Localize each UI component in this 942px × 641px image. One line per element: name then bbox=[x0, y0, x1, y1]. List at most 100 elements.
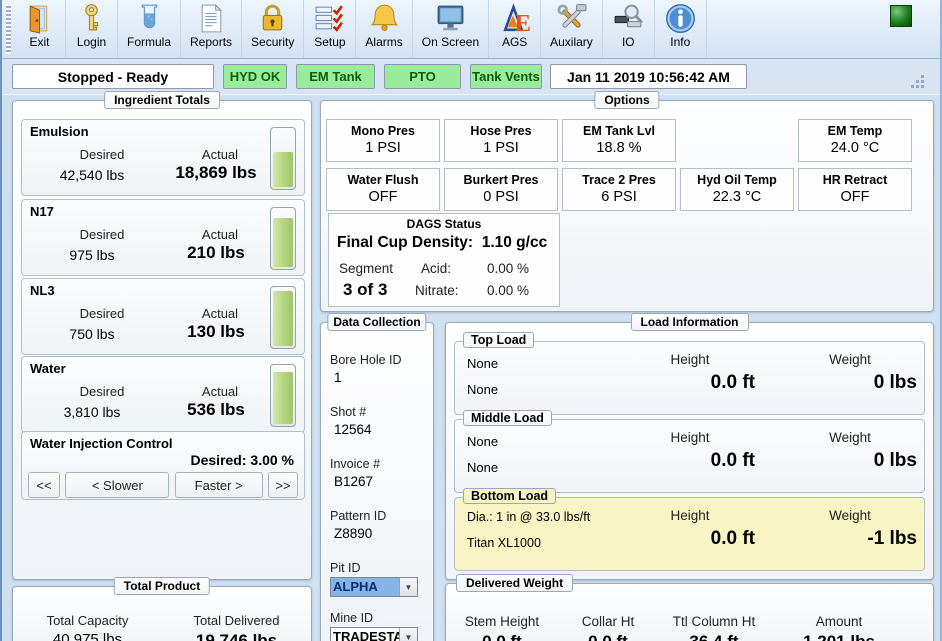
metric-value: 6 PSI bbox=[563, 189, 675, 205]
status-badge-em-tank: EM Tank bbox=[296, 64, 375, 89]
height-label: Height bbox=[625, 508, 755, 523]
resize-grip[interactable] bbox=[921, 85, 924, 88]
metric-label: Hyd Oil Temp bbox=[681, 173, 793, 187]
metric-trace-2-pres: Trace 2 Pres 6 PSI bbox=[562, 168, 676, 211]
middle-load-box: Middle Load None None Height 0.0 ft Weig… bbox=[454, 419, 925, 493]
much-slower-button[interactable]: << bbox=[28, 472, 60, 498]
data-collection-panel: Data Collection Bore Hole ID 1 Shot # 12… bbox=[320, 322, 434, 641]
level-gauge bbox=[270, 364, 296, 427]
formula-beaker-icon bbox=[133, 2, 166, 35]
toolbar: Exit Login Formula Reports Security Setu… bbox=[2, 0, 940, 59]
height-label: Height bbox=[625, 352, 755, 367]
final-cup-density: Final Cup Density: 1.10 g/cc bbox=[337, 234, 547, 252]
load-box-title: Middle Load bbox=[463, 410, 552, 426]
info-icon bbox=[664, 2, 697, 35]
toolbar-button-info[interactable]: Info bbox=[655, 0, 707, 58]
faster-button[interactable]: Faster > bbox=[175, 472, 263, 498]
water-injection-title: Water Injection Control bbox=[30, 436, 173, 451]
total-delivered-label: Total Delivered bbox=[162, 613, 311, 628]
amount-label: Amount bbox=[776, 614, 902, 629]
toolbar-grip[interactable] bbox=[6, 4, 11, 54]
level-gauge bbox=[270, 127, 296, 190]
toolbar-button-on-screen[interactable]: On Screen bbox=[413, 0, 489, 58]
status-badge-pto: PTO bbox=[384, 64, 461, 89]
density-value: 1.10 g/cc bbox=[482, 234, 548, 251]
metric-label: Burkert Pres bbox=[445, 173, 557, 187]
total-column-height-label: Ttl Column Ht bbox=[658, 614, 770, 629]
metric-label: Mono Pres bbox=[327, 124, 439, 138]
actual-label: Actual bbox=[170, 227, 270, 242]
toolbar-button-setup[interactable]: Setup bbox=[304, 0, 356, 58]
toolbar-button-auxiliary[interactable]: Auxilary bbox=[541, 0, 603, 58]
segment-value: 3 of 3 bbox=[343, 280, 387, 300]
panel-title: Load Information bbox=[631, 313, 749, 331]
segment-label: Segment bbox=[339, 261, 393, 276]
height-value: 0.0 ft bbox=[615, 450, 755, 472]
water-injection-desired: Desired: 3.00 % bbox=[191, 452, 295, 468]
metric-label: EM Tank Lvl bbox=[563, 124, 675, 138]
datetime-display: Jan 11 2019 10:56:42 AM bbox=[550, 64, 747, 89]
mine-id-dropdown[interactable]: TRADESTA bbox=[330, 627, 418, 641]
desired-value: 3,810 lbs bbox=[32, 404, 152, 420]
chevron-down-icon[interactable] bbox=[399, 628, 417, 641]
metric-value: 22.3 °C bbox=[681, 189, 793, 205]
toolbar-button-reports[interactable]: Reports bbox=[181, 0, 242, 58]
water-injection-control-box: Water Injection Control Desired: 3.00 % … bbox=[21, 431, 305, 500]
nitrate-value: 0.00 % bbox=[487, 283, 529, 298]
metric-value: OFF bbox=[327, 189, 439, 205]
pattern-id-value: Z8890 bbox=[334, 526, 372, 541]
chevron-down-icon[interactable] bbox=[399, 578, 417, 596]
panel-title: Ingredient Totals bbox=[104, 91, 220, 109]
top-load-box: Top Load None None Height 0.0 ft Weight … bbox=[454, 341, 925, 415]
metric-value: 0 PSI bbox=[445, 189, 557, 205]
toolbar-button-label: Exit bbox=[29, 35, 49, 49]
toolbar-button-exit[interactable]: Exit bbox=[14, 0, 66, 58]
invoice-number-label: Invoice # bbox=[330, 457, 380, 471]
toolbar-button-login[interactable]: Login bbox=[66, 0, 118, 58]
options-panel: Options Mono Pres 1 PSI Hose Pres 1 PSI … bbox=[320, 100, 934, 312]
toolbar-button-label: AGS bbox=[502, 35, 527, 49]
dags-status-box: DAGS Status Final Cup Density: 1.10 g/cc… bbox=[328, 213, 560, 307]
weight-label: Weight bbox=[785, 508, 915, 523]
toolbar-button-ags[interactable]: E AGS bbox=[489, 0, 541, 58]
metric-value: 18.8 % bbox=[563, 140, 675, 156]
reports-document-icon bbox=[195, 2, 228, 35]
height-value: 0.0 ft bbox=[615, 528, 755, 550]
desired-value: 750 lbs bbox=[32, 326, 152, 342]
stem-height-value: 0.0 ft bbox=[446, 632, 558, 641]
panel-title: Data Collection bbox=[327, 313, 426, 331]
metric-em-tank-lvl: EM Tank Lvl 18.8 % bbox=[562, 119, 676, 162]
toolbar-button-label: Login bbox=[77, 35, 106, 49]
load-product-line1: None bbox=[467, 434, 498, 449]
invoice-number-value: B1267 bbox=[334, 474, 373, 489]
slower-button[interactable]: < Slower bbox=[65, 472, 169, 498]
desired-label: Desired bbox=[52, 147, 152, 162]
ingredient-name: NL3 bbox=[30, 283, 55, 298]
much-faster-button[interactable]: >> bbox=[268, 472, 298, 498]
exit-door-icon bbox=[23, 2, 56, 35]
login-key-icon bbox=[75, 2, 108, 35]
ingredient-box-water: Water Desired Actual 3,810 lbs 536 lbs bbox=[21, 356, 305, 433]
desired-label: Desired bbox=[52, 227, 152, 242]
stem-height-label: Stem Height bbox=[446, 614, 558, 629]
mine-id-selected-value: TRADESTA bbox=[331, 628, 399, 641]
ingredient-name: N17 bbox=[30, 204, 54, 219]
load-box-title: Top Load bbox=[463, 332, 534, 348]
toolbar-button-io[interactable]: IO bbox=[603, 0, 655, 58]
total-capacity-value: 40,975 lbs bbox=[13, 631, 162, 641]
toolbar-button-alarms[interactable]: Alarms bbox=[356, 0, 412, 58]
load-information-panel: Load Information Top Load None None Heig… bbox=[445, 322, 934, 580]
toolbar-button-security[interactable]: Security bbox=[242, 0, 304, 58]
actual-value: 536 lbs bbox=[160, 400, 272, 420]
io-devices-icon bbox=[612, 2, 645, 35]
toolbar-button-label: Info bbox=[670, 35, 690, 49]
metric-hyd-oil-temp: Hyd Oil Temp 22.3 °C bbox=[680, 168, 794, 211]
height-value: 0.0 ft bbox=[615, 372, 755, 394]
metric-burkert-pres: Burkert Pres 0 PSI bbox=[444, 168, 558, 211]
toolbar-button-formula[interactable]: Formula bbox=[118, 0, 181, 58]
ingredient-totals-panel: Ingredient Totals Emulsion Desired Actua… bbox=[12, 100, 312, 580]
load-box-title: Bottom Load bbox=[463, 488, 556, 504]
bore-hole-id-value: 1 bbox=[334, 370, 342, 385]
weight-value: -1 lbs bbox=[765, 528, 917, 550]
pit-id-dropdown[interactable]: ALPHA bbox=[330, 577, 418, 597]
